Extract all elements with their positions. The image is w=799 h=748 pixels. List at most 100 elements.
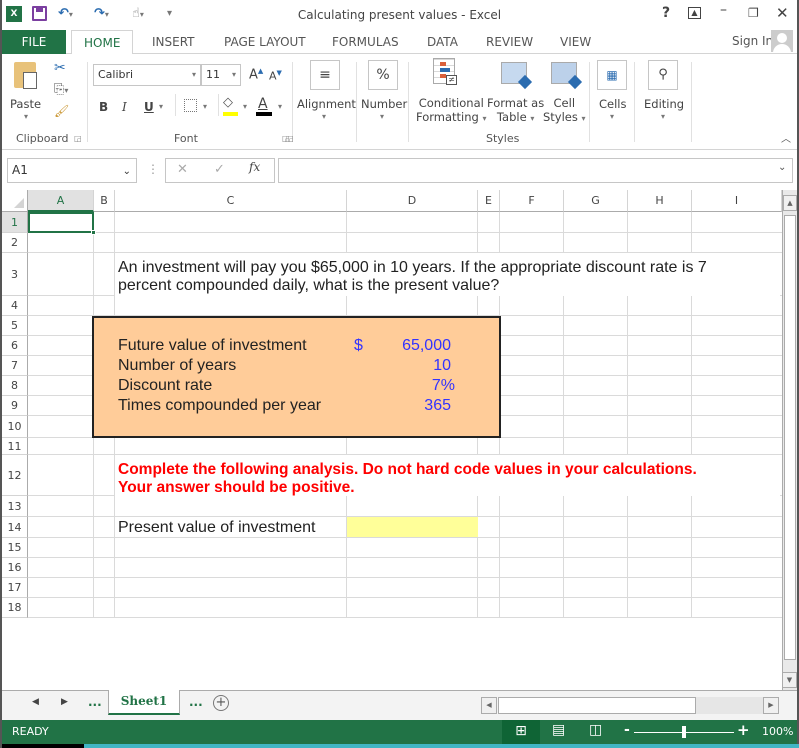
font-size-box[interactable]: 11 ▾ bbox=[201, 64, 241, 86]
sign-in-link[interactable]: Sign In bbox=[732, 34, 773, 48]
vertical-scrollbar[interactable]: ▲ bbox=[782, 190, 797, 690]
format-as-table-button[interactable]: Format as Table ▾ bbox=[487, 96, 544, 126]
column-header-a[interactable]: A bbox=[28, 190, 94, 212]
input-value[interactable]: 10 bbox=[433, 357, 451, 375]
column-header-b[interactable]: B bbox=[94, 190, 115, 212]
row-header-5[interactable]: 5 bbox=[2, 316, 28, 336]
scroll-down-icon[interactable]: ▼ bbox=[782, 672, 797, 688]
scroll-sheets-left-icon[interactable]: ◀ bbox=[32, 697, 39, 707]
row-header-15[interactable]: 15 bbox=[2, 538, 28, 558]
normal-view-icon[interactable]: ⊞ bbox=[502, 720, 540, 744]
question-cell[interactable]: An investment will pay you $65,000 in 10… bbox=[115, 253, 780, 296]
row-header-17[interactable]: 17 bbox=[2, 578, 28, 598]
underline-dropdown-icon[interactable]: ▾ bbox=[159, 102, 163, 111]
row-header-16[interactable]: 16 bbox=[2, 558, 28, 578]
scroll-sheets-right-icon[interactable]: ▶ bbox=[61, 697, 68, 707]
row-header-6[interactable]: 6 bbox=[2, 336, 28, 356]
fill-color-icon[interactable]: ◇ bbox=[223, 95, 233, 110]
row-header-10[interactable]: 10 bbox=[2, 416, 28, 438]
clipboard-launcher-icon[interactable]: ◲ bbox=[74, 134, 82, 143]
row-header-8[interactable]: 8 bbox=[2, 376, 28, 396]
column-header-f[interactable]: F bbox=[500, 190, 564, 212]
zoom-slider-thumb[interactable] bbox=[682, 726, 686, 738]
italic-button[interactable]: I bbox=[122, 100, 127, 114]
vertical-scroll-thumb[interactable] bbox=[784, 215, 796, 660]
format-as-table-icon[interactable] bbox=[501, 62, 533, 90]
restore-icon[interactable]: ❐ bbox=[748, 6, 759, 20]
font-name-box[interactable]: Calibri ▾ bbox=[93, 64, 201, 86]
account-avatar-icon[interactable] bbox=[771, 30, 793, 52]
zoom-out-button[interactable]: - bbox=[624, 722, 630, 738]
more-sheets-left[interactable]: ... bbox=[88, 695, 102, 709]
tab-page-layout[interactable]: PAGE LAYOUT bbox=[212, 30, 318, 54]
input-value[interactable]: 365 bbox=[424, 397, 451, 415]
row-header-1[interactable]: 1 bbox=[2, 212, 28, 233]
close-icon[interactable]: ✕ bbox=[776, 4, 789, 22]
row-header-9[interactable]: 9 bbox=[2, 396, 28, 416]
cells-button[interactable]: Cells bbox=[599, 97, 627, 111]
font-color-icon[interactable]: A bbox=[258, 96, 268, 112]
find-binoculars-icon[interactable]: ⚲ bbox=[648, 60, 678, 90]
alignment-icon[interactable]: ≡ bbox=[310, 60, 340, 90]
scroll-left-icon[interactable]: ◀ bbox=[481, 697, 497, 714]
cell-styles-icon[interactable] bbox=[551, 62, 583, 90]
horizontal-scrollbar[interactable] bbox=[498, 697, 763, 714]
number-button[interactable]: Number bbox=[361, 97, 407, 111]
zoom-in-button[interactable]: + bbox=[737, 721, 750, 739]
formula-bar-grip-icon[interactable]: ⋮ bbox=[147, 162, 159, 176]
row-header-14[interactable]: 14 bbox=[2, 517, 28, 538]
column-header-i[interactable]: I bbox=[692, 190, 782, 212]
column-header-g[interactable]: G bbox=[564, 190, 628, 212]
row-header-11[interactable]: 11 bbox=[2, 438, 28, 455]
column-header-h[interactable]: H bbox=[628, 190, 692, 212]
bold-button[interactable]: B bbox=[99, 100, 108, 114]
paste-dropdown-icon[interactable]: ▾ bbox=[24, 112, 28, 121]
tab-insert[interactable]: INSERT bbox=[140, 30, 207, 54]
column-header-e[interactable]: E bbox=[478, 190, 500, 212]
row-header-13[interactable]: 13 bbox=[2, 496, 28, 517]
input-value[interactable]: 7% bbox=[432, 377, 455, 395]
instruction-cell[interactable]: Complete the following analysis. Do not … bbox=[115, 455, 780, 496]
column-header-d[interactable]: D bbox=[347, 190, 478, 212]
tab-view[interactable]: VIEW bbox=[548, 30, 603, 54]
scroll-up-icon[interactable]: ▲ bbox=[783, 195, 797, 211]
collapse-ribbon-icon[interactable]: ︿ bbox=[781, 130, 791, 145]
tab-review[interactable]: REVIEW bbox=[474, 30, 545, 54]
expand-formula-bar-icon[interactable]: ⌄ bbox=[778, 162, 786, 173]
sheet-tab-sheet1[interactable]: Sheet1 bbox=[108, 690, 180, 715]
font-color-dropdown-icon[interactable]: ▾ bbox=[278, 102, 282, 111]
shrink-font-icon[interactable]: A▼ bbox=[269, 69, 282, 83]
more-sheets-right[interactable]: ... bbox=[189, 695, 203, 709]
conditional-formatting-icon[interactable]: ≠ bbox=[433, 58, 457, 85]
row-header-3[interactable]: 3 bbox=[2, 253, 28, 296]
ribbon-display-icon[interactable]: ▲ bbox=[688, 7, 701, 19]
borders-icon[interactable] bbox=[184, 99, 197, 112]
formula-input[interactable] bbox=[278, 158, 793, 183]
minimize-icon[interactable]: – bbox=[720, 2, 727, 18]
zoom-level[interactable]: 100% bbox=[762, 725, 793, 738]
copy-icon[interactable]: ⎘▾ bbox=[54, 82, 68, 97]
row-header-4[interactable]: 4 bbox=[2, 296, 28, 316]
row-header-7[interactable]: 7 bbox=[2, 356, 28, 376]
row-header-2[interactable]: 2 bbox=[2, 233, 28, 253]
cells-icon[interactable]: ▦ bbox=[597, 60, 627, 90]
help-button[interactable]: ? bbox=[662, 5, 670, 21]
cut-icon[interactable]: ✂ bbox=[54, 60, 66, 76]
name-box[interactable]: A1 ⌄ bbox=[7, 158, 137, 183]
tab-data[interactable]: DATA bbox=[415, 30, 470, 54]
grow-font-icon[interactable]: A▲ bbox=[249, 67, 263, 82]
insert-function-icon[interactable]: fx bbox=[249, 160, 260, 174]
conditional-formatting-button[interactable]: Conditional Formatting ▾ bbox=[416, 96, 487, 126]
new-sheet-icon[interactable]: + bbox=[213, 695, 229, 711]
tab-file[interactable]: FILE bbox=[2, 30, 66, 54]
alignment-launcher-icon[interactable]: ◲ bbox=[286, 134, 294, 143]
horizontal-scroll-thumb[interactable] bbox=[498, 697, 696, 714]
editing-button[interactable]: Editing bbox=[644, 97, 684, 111]
paste-icon[interactable] bbox=[14, 62, 37, 89]
column-header-c[interactable]: C bbox=[115, 190, 347, 212]
alignment-button[interactable]: Alignment bbox=[297, 97, 356, 111]
active-cell-a1[interactable] bbox=[28, 212, 96, 235]
tab-formulas[interactable]: FORMULAS bbox=[320, 30, 411, 54]
present-value-answer-cell[interactable] bbox=[347, 517, 478, 537]
scroll-right-icon[interactable]: ▶ bbox=[763, 697, 779, 714]
